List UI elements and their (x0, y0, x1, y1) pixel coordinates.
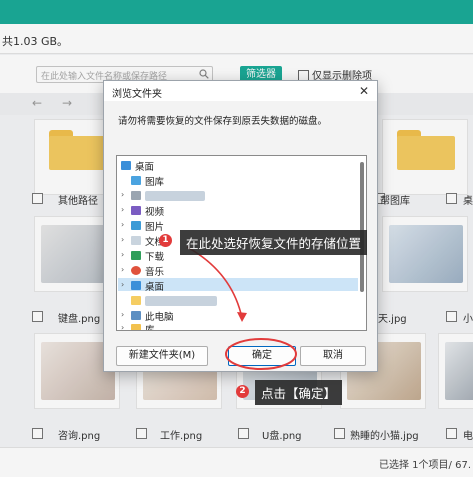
tree-item-label: 桌面 (145, 282, 165, 293)
tree-item-gallery[interactable]: 图库 (117, 174, 357, 188)
chevron-right-icon[interactable]: › (121, 265, 124, 274)
chevron-right-icon[interactable]: › (121, 323, 124, 330)
close-icon[interactable]: ✕ (359, 84, 369, 98)
cancel-button[interactable]: 取消 (300, 346, 366, 366)
music-icon (131, 266, 141, 275)
video-icon (131, 206, 141, 215)
download-icon (131, 251, 141, 260)
redacted-folder-name (145, 296, 217, 306)
chevron-right-icon[interactable]: › (121, 220, 124, 229)
tree-item-label: 下载 (145, 252, 165, 263)
tree-item-label: 桌面 (135, 162, 155, 173)
folder-icon (131, 296, 141, 305)
tree-item-desktop[interactable]: 桌面 (117, 159, 357, 173)
chevron-right-icon[interactable]: › (121, 310, 124, 319)
step-2-badge: 2 (236, 385, 249, 398)
browse-folder-dialog: 浏览文件夹 ✕ 请勿将需要恢复的文件保存到原丢失数据的磁盘。 桌面 图库 › › (103, 80, 378, 372)
step-1-badge: 1 (159, 234, 172, 247)
tree-item-music[interactable]: › 音乐 (117, 264, 357, 278)
chevron-right-icon[interactable]: › (121, 205, 124, 214)
chevron-right-icon[interactable]: › (121, 280, 124, 289)
tree-item-folder[interactable] (117, 294, 357, 307)
tree-item-label: 此电脑 (145, 312, 174, 323)
tree-item-label: 图库 (145, 177, 165, 188)
dialog-titlebar: 浏览文件夹 ✕ (104, 81, 377, 101)
tree-item-user-folder[interactable]: › (117, 189, 357, 202)
redacted-username (145, 191, 205, 201)
tree-item-library[interactable]: › 库 (117, 322, 357, 331)
library-icon (131, 324, 141, 330)
step-2-callout: 点击【确定】 (255, 380, 343, 405)
tree-item-this-pc[interactable]: › 此电脑 (117, 309, 357, 323)
desktop-icon (121, 161, 131, 170)
computer-icon (131, 311, 141, 320)
dialog-title: 浏览文件夹 (112, 89, 162, 100)
chevron-right-icon[interactable]: › (121, 190, 124, 199)
app-window: 共1.03 GB。 在此处输入文件名称或保存路径 筛选器 仅显示删除项 ← → … (0, 0, 473, 477)
tree-item-desktop-selected[interactable]: › 桌面 (117, 279, 357, 293)
tree-item-label: 图片 (145, 222, 165, 233)
dialog-description: 请勿将需要恢复的文件保存到原丢失数据的磁盘。 (118, 116, 328, 127)
step-1-callout: 在此处选好恢复文件的存储位置 (180, 230, 368, 255)
user-folder-icon (131, 191, 141, 200)
tree-item-label: 视频 (145, 207, 165, 218)
tree-scrollbar[interactable] (360, 162, 364, 292)
tree-item-label: 库 (145, 325, 155, 331)
tree-item-videos[interactable]: › 视频 (117, 204, 357, 218)
tree-item-label: 音乐 (145, 267, 165, 278)
documents-icon (131, 236, 141, 245)
new-folder-button[interactable]: 新建文件夹(M) (116, 346, 208, 366)
chevron-right-icon[interactable]: › (121, 250, 124, 259)
pictures-icon (131, 221, 141, 230)
desktop-icon (131, 281, 141, 290)
gallery-icon (131, 176, 141, 185)
chevron-right-icon[interactable]: › (121, 235, 124, 244)
ok-button[interactable]: 确定 (228, 346, 296, 366)
